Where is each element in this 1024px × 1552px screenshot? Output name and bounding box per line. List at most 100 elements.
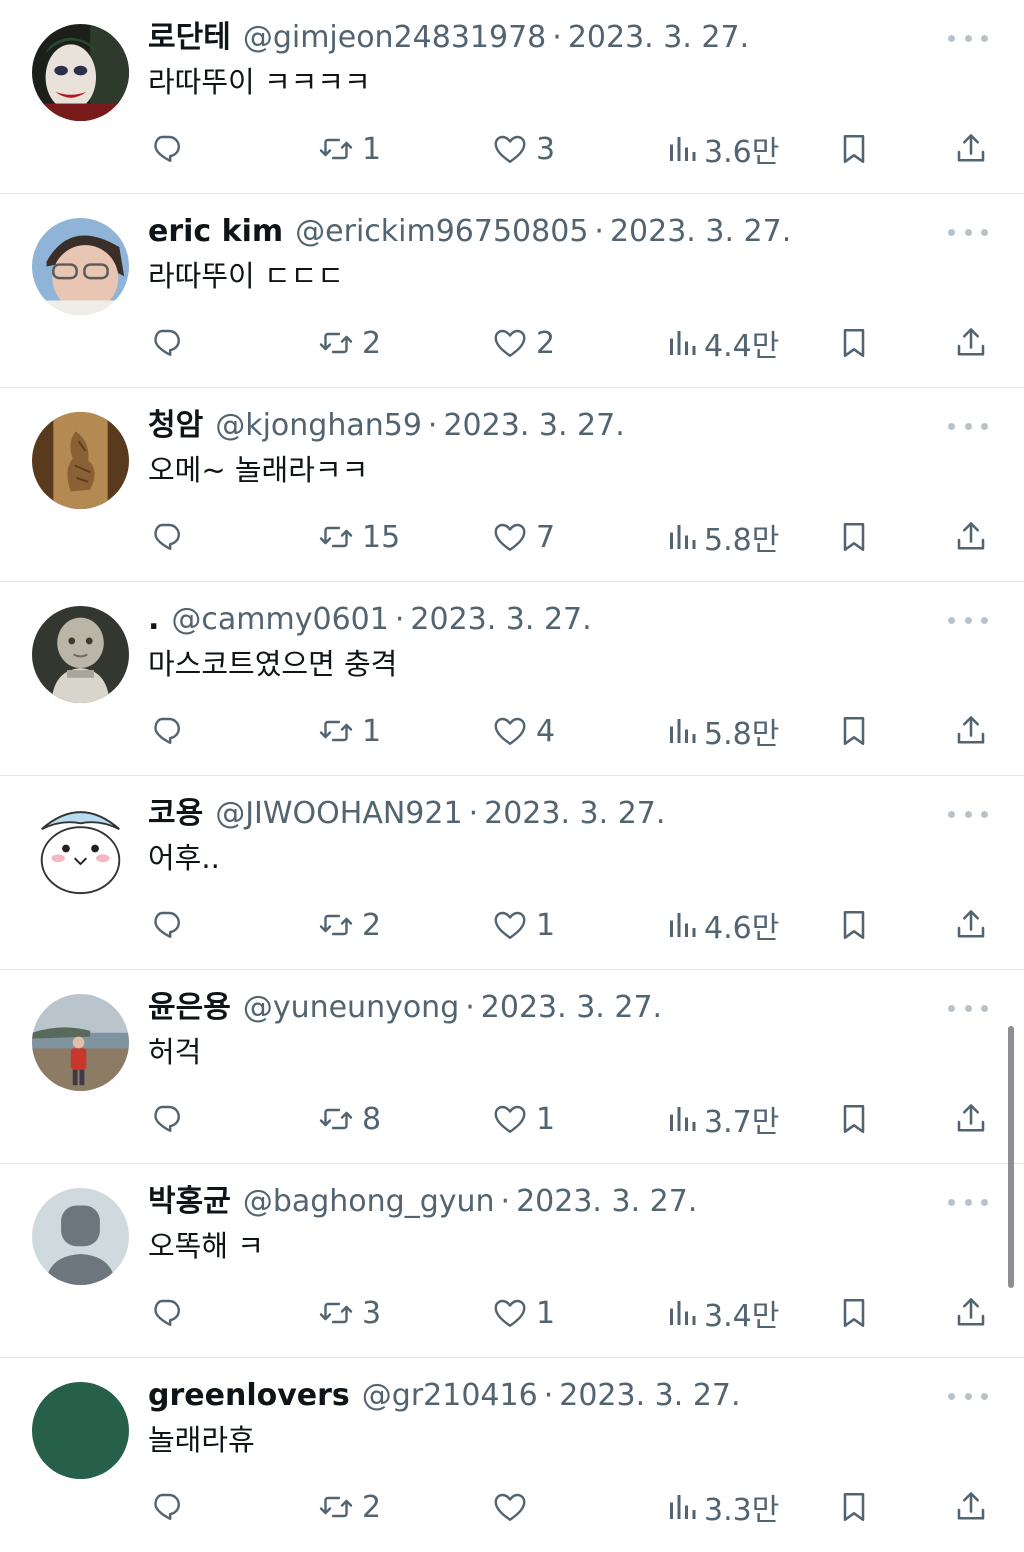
views-button[interactable]: 4.4만 <box>664 320 779 366</box>
like-button[interactable]: 3 <box>492 126 555 172</box>
tweet-date[interactable]: 2023. 3. 27. <box>559 1378 740 1413</box>
retweet-icon <box>319 914 353 936</box>
share-button[interactable] <box>953 902 989 948</box>
more-icon[interactable] <box>948 610 988 630</box>
avatar[interactable] <box>32 218 129 315</box>
tweet-item[interactable]: 코용 @JIWOOHAN921 · 2023. 3. 27. 어후.. 2 1 4.6… <box>0 776 1024 970</box>
avatar[interactable] <box>32 24 129 121</box>
tweet-date[interactable]: 2023. 3. 27. <box>410 602 591 637</box>
tweet-item[interactable]: . @cammy0601 · 2023. 3. 27. 마스코트였으면 충격 1 4 … <box>0 582 1024 776</box>
share-button[interactable] <box>953 514 989 560</box>
author-handle[interactable]: @baghong_gyun <box>243 1184 495 1219</box>
more-icon[interactable] <box>948 28 988 48</box>
tweet-date[interactable]: 2023. 3. 27. <box>443 408 624 443</box>
tweet-date[interactable]: 2023. 3. 27. <box>568 20 749 55</box>
author-name[interactable]: greenlovers <box>148 1378 350 1413</box>
author-handle[interactable]: @gimjeon24831978 <box>243 20 546 55</box>
like-button[interactable]: 1 <box>492 902 555 948</box>
author-handle[interactable]: @kjonghan59 <box>215 408 422 443</box>
tweet-date[interactable]: 2023. 3. 27. <box>484 796 665 831</box>
reply-button[interactable] <box>148 320 184 366</box>
avatar[interactable] <box>32 412 129 509</box>
share-button[interactable] <box>953 126 989 172</box>
retweet-button[interactable]: 3 <box>318 1290 381 1336</box>
like-button[interactable]: 4 <box>492 708 555 754</box>
views-button[interactable]: 4.6만 <box>664 902 779 948</box>
bookmark-button[interactable] <box>836 320 872 366</box>
reply-button[interactable] <box>148 1484 184 1530</box>
like-button[interactable] <box>492 1484 536 1530</box>
retweet-button[interactable]: 8 <box>318 1096 381 1142</box>
bookmark-button[interactable] <box>836 514 872 560</box>
reply-button[interactable] <box>148 126 184 172</box>
tweet-item[interactable]: 청암 @kjonghan59 · 2023. 3. 27. 오메~ 놀래라ㅋㅋ 15 … <box>0 388 1024 582</box>
views-button[interactable]: 3.6만 <box>664 126 779 172</box>
more-icon[interactable] <box>948 1192 988 1212</box>
bookmark-button[interactable] <box>836 1484 872 1530</box>
avatar[interactable] <box>32 1382 129 1479</box>
tweet-item[interactable]: eric kim @erickim96750805 · 2023. 3. 27. 라따… <box>0 194 1024 388</box>
tweet-date[interactable]: 2023. 3. 27. <box>516 1184 697 1219</box>
author-name[interactable]: 박홍균 <box>148 1184 231 1219</box>
more-icon[interactable] <box>948 222 988 242</box>
views-button[interactable]: 3.3만 <box>664 1484 779 1530</box>
author-name[interactable]: 윤은용 <box>148 990 231 1025</box>
tweet-item[interactable]: 윤은용 @yuneunyong · 2023. 3. 27. 허걱 8 1 3.7만 <box>0 970 1024 1164</box>
reply-button[interactable] <box>148 1096 184 1142</box>
retweet-button[interactable]: 2 <box>318 320 381 366</box>
like-button[interactable]: 7 <box>492 514 555 560</box>
share-button[interactable] <box>953 1484 989 1530</box>
avatar[interactable] <box>32 994 129 1091</box>
tweet-date[interactable]: 2023. 3. 27. <box>481 990 662 1025</box>
like-button[interactable]: 1 <box>492 1290 555 1336</box>
share-button[interactable] <box>953 1096 989 1142</box>
bookmark-button[interactable] <box>836 708 872 754</box>
retweet-button[interactable]: 1 <box>318 126 381 172</box>
bookmark-button[interactable] <box>836 1096 872 1142</box>
tweet-date[interactable]: 2023. 3. 27. <box>610 214 791 249</box>
share-button[interactable] <box>953 320 989 366</box>
reply-button[interactable] <box>148 514 184 560</box>
more-icon[interactable] <box>948 998 988 1018</box>
author-handle[interactable]: @cammy0601 <box>171 602 388 637</box>
reply-button[interactable] <box>148 902 184 948</box>
more-icon[interactable] <box>948 416 988 436</box>
views-icon <box>670 913 696 937</box>
author-handle[interactable]: @yuneunyong <box>243 990 459 1025</box>
tweet-item[interactable]: 로단테 @gimjeon24831978 · 2023. 3. 27. 라따뚜이 ㅋㅋ… <box>0 0 1024 194</box>
views-button[interactable]: 3.7만 <box>664 1096 779 1142</box>
views-button[interactable]: 5.8만 <box>664 514 779 560</box>
author-name[interactable]: 코용 <box>148 796 203 831</box>
avatar[interactable] <box>32 606 129 703</box>
like-button[interactable]: 1 <box>492 1096 555 1142</box>
bookmark-button[interactable] <box>836 126 872 172</box>
tweet-item[interactable]: 박홍균 @baghong_gyun · 2023. 3. 27. 오똑해 ㅋ 3 1 … <box>0 1164 1024 1358</box>
bookmark-button[interactable] <box>836 1290 872 1336</box>
avatar[interactable] <box>32 800 129 897</box>
author-name[interactable]: 로단테 <box>148 20 231 55</box>
author-handle[interactable]: @JIWOOHAN921 <box>215 796 462 831</box>
views-button[interactable]: 5.8만 <box>664 708 779 754</box>
bookmark-button[interactable] <box>836 902 872 948</box>
author-name[interactable]: 청암 <box>148 408 203 443</box>
author-handle[interactable]: @erickim96750805 <box>295 214 588 249</box>
author-name[interactable]: . <box>148 602 159 637</box>
retweet-button[interactable]: 2 <box>318 902 381 948</box>
like-button[interactable]: 2 <box>492 320 555 366</box>
views-button[interactable]: 3.4만 <box>664 1290 779 1336</box>
separator-dot: · <box>543 1378 554 1413</box>
more-icon[interactable] <box>948 804 988 824</box>
tweet-item[interactable]: greenlovers @gr210416 · 2023. 3. 27. 놀래라휴 2… <box>0 1358 1024 1552</box>
author-handle[interactable]: @gr210416 <box>362 1378 538 1413</box>
share-button[interactable] <box>953 708 989 754</box>
author-name[interactable]: eric kim <box>148 214 283 249</box>
retweet-button[interactable]: 1 <box>318 708 381 754</box>
retweet-button[interactable]: 2 <box>318 1484 381 1530</box>
retweet-button[interactable]: 15 <box>318 514 400 560</box>
reply-button[interactable] <box>148 708 184 754</box>
scrollbar[interactable] <box>1008 1026 1014 1288</box>
reply-button[interactable] <box>148 1290 184 1336</box>
more-icon[interactable] <box>948 1386 988 1406</box>
share-button[interactable] <box>953 1290 989 1336</box>
avatar[interactable] <box>32 1188 129 1285</box>
